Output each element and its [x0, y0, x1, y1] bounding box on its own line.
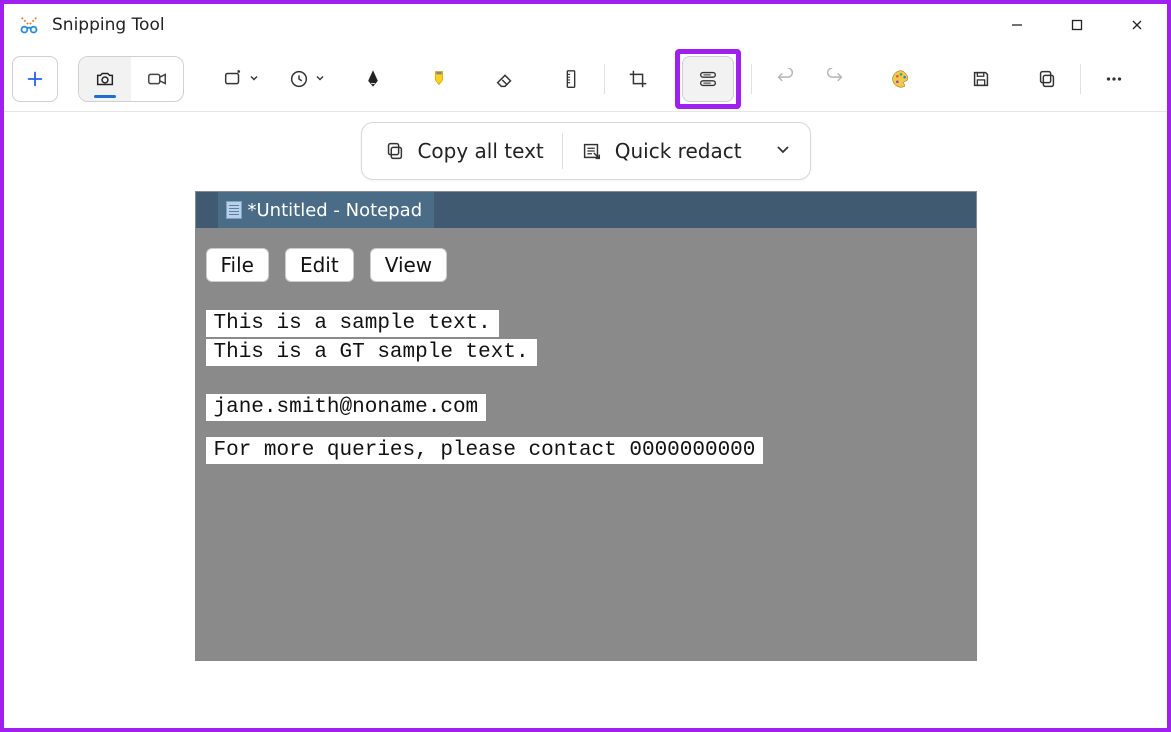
chevron-down-icon — [248, 69, 260, 88]
notepad-titlebar: *Untitled - Notepad — [196, 192, 976, 228]
save-icon — [970, 68, 992, 90]
more-icon — [1103, 68, 1125, 90]
quick-redact-dropdown[interactable] — [760, 123, 806, 179]
detected-text-edit[interactable]: Edit — [285, 248, 354, 282]
detected-text-view[interactable]: View — [370, 248, 447, 282]
toolbar-separator — [751, 64, 752, 94]
redact-icon — [581, 140, 603, 162]
window-titlebar: Snipping Tool — [4, 4, 1167, 46]
copy-all-text-label: Copy all text — [417, 139, 543, 163]
copy-button[interactable] — [1024, 56, 1070, 102]
detected-text-file[interactable]: File — [206, 248, 269, 282]
notepad-title: *Untitled - Notepad — [248, 200, 423, 221]
ruler-button[interactable] — [548, 56, 594, 102]
capture-mode-group — [78, 56, 184, 102]
notepad-body: File Edit View This is a sample text. Th… — [196, 228, 976, 476]
toolbar-separator — [604, 64, 605, 94]
photo-mode-button[interactable] — [79, 56, 131, 102]
toolbar — [4, 46, 1167, 112]
video-icon — [146, 68, 168, 90]
notepad-title-tab: *Untitled - Notepad — [218, 192, 435, 228]
text-actions-icon — [697, 68, 719, 90]
more-button[interactable] — [1091, 56, 1137, 102]
detected-text-email[interactable]: jane.smith@noname.com — [206, 394, 487, 421]
pen-button[interactable] — [350, 56, 396, 102]
toolbar-separator — [1080, 64, 1081, 94]
chevron-down-icon — [314, 69, 326, 88]
captured-screenshot[interactable]: *Untitled - Notepad File Edit View This … — [196, 192, 976, 660]
text-actions-button[interactable] — [682, 56, 734, 102]
undo-icon — [774, 68, 796, 90]
edit-in-paint-button[interactable] — [878, 56, 924, 102]
copy-all-text-button[interactable]: Copy all text — [365, 123, 561, 179]
highlighter-icon — [428, 68, 450, 90]
notepad-icon — [226, 201, 242, 219]
copy-icon — [1036, 68, 1058, 90]
crop-icon — [627, 68, 649, 90]
chevron-down-icon — [774, 139, 792, 163]
window-title: Snipping Tool — [52, 15, 165, 35]
window-close-button[interactable] — [1107, 4, 1167, 46]
camera-icon — [94, 68, 116, 90]
clock-icon — [288, 68, 310, 90]
detected-text-line1[interactable]: This is a sample text. — [206, 310, 499, 337]
detected-text-line2[interactable]: This is a GT sample text. — [206, 339, 537, 366]
text-actions-highlight — [675, 49, 741, 109]
quick-redact-button[interactable]: Quick redact — [563, 123, 760, 179]
rectangle-shape-icon — [222, 68, 244, 90]
eraser-button[interactable] — [482, 56, 528, 102]
copy-icon — [383, 140, 405, 162]
text-actions-bar: Copy all text Quick redact — [360, 122, 810, 180]
delay-button[interactable] — [284, 56, 330, 102]
window-maximize-button[interactable] — [1047, 4, 1107, 46]
pen-icon — [362, 68, 384, 90]
video-mode-button[interactable] — [131, 56, 183, 102]
redo-button[interactable] — [812, 56, 858, 102]
undo-button[interactable] — [762, 56, 808, 102]
crop-button[interactable] — [615, 56, 661, 102]
detected-text-contact[interactable]: For more queries, please contact 0000000… — [206, 437, 764, 464]
save-button[interactable] — [958, 56, 1004, 102]
highlighter-button[interactable] — [416, 56, 462, 102]
eraser-icon — [494, 68, 516, 90]
new-snip-button[interactable] — [12, 56, 58, 102]
window-minimize-button[interactable] — [987, 4, 1047, 46]
quick-redact-label: Quick redact — [615, 139, 742, 163]
snipping-tool-app-icon — [18, 14, 40, 36]
ruler-icon — [560, 68, 582, 90]
paint-palette-icon — [890, 68, 912, 90]
snip-shape-button[interactable] — [218, 56, 264, 102]
redo-icon — [824, 68, 846, 90]
